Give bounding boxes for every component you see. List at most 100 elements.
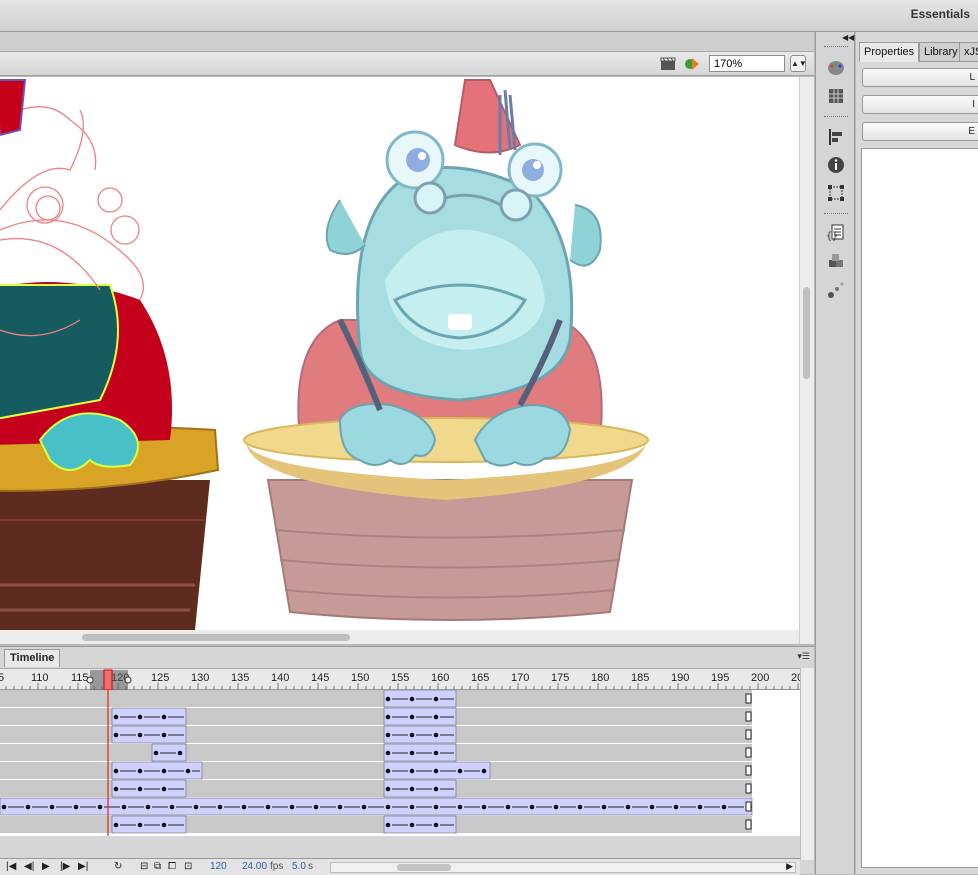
keyframe[interactable] xyxy=(361,804,367,810)
keyframe[interactable] xyxy=(161,732,167,738)
keyframe[interactable] xyxy=(433,804,439,810)
align-icon[interactable] xyxy=(826,127,846,147)
keyframe[interactable] xyxy=(193,804,199,810)
keyframe[interactable] xyxy=(409,750,415,756)
panel-button-2[interactable]: I xyxy=(862,95,978,114)
keyframe[interactable] xyxy=(457,768,463,774)
center-frame-icon[interactable]: ⊟ xyxy=(140,861,148,872)
keyframe[interactable] xyxy=(161,768,167,774)
play-icon[interactable]: ▶ xyxy=(42,861,50,872)
swatches-icon[interactable] xyxy=(826,86,846,106)
step-forward-icon[interactable]: |▶ xyxy=(60,861,70,872)
keyframe[interactable] xyxy=(137,714,143,720)
panel-menu-icon[interactable]: ▾☰ xyxy=(797,651,810,662)
frame-grid[interactable] xyxy=(0,689,800,875)
keyframe[interactable] xyxy=(217,804,223,810)
keyframe[interactable] xyxy=(169,804,175,810)
keyframe[interactable] xyxy=(409,696,415,702)
playhead-handle[interactable] xyxy=(103,669,113,691)
zoom-input[interactable] xyxy=(709,55,785,72)
keyframe[interactable] xyxy=(137,822,143,828)
keyframe[interactable] xyxy=(553,804,559,810)
keyframe[interactable] xyxy=(433,786,439,792)
keyframe[interactable] xyxy=(505,804,511,810)
keyframe[interactable] xyxy=(113,786,119,792)
keyframe[interactable] xyxy=(177,750,183,756)
keyframe[interactable] xyxy=(577,804,583,810)
frame-ruler[interactable]: 5110115120125130135140145150155160165170… xyxy=(0,668,809,691)
first-frame-icon[interactable]: |◀ xyxy=(6,861,16,872)
timeline-vertical-scrollbar[interactable] xyxy=(800,668,814,860)
keyframe[interactable] xyxy=(289,804,295,810)
keyframe[interactable] xyxy=(433,822,439,828)
keyframe[interactable] xyxy=(113,732,119,738)
keyframe[interactable] xyxy=(601,804,607,810)
keyframe[interactable] xyxy=(113,768,119,774)
keyframe[interactable] xyxy=(409,732,415,738)
workspace-switcher[interactable]: Essentials xyxy=(911,7,970,21)
keyframe[interactable] xyxy=(185,768,191,774)
keyframe[interactable] xyxy=(433,768,439,774)
end-frame[interactable] xyxy=(745,801,752,812)
motion-presets-icon[interactable] xyxy=(826,280,846,300)
keyframe[interactable] xyxy=(529,804,535,810)
end-frame[interactable] xyxy=(745,729,752,740)
keyframe[interactable] xyxy=(161,822,167,828)
keyframe[interactable] xyxy=(721,804,727,810)
end-frame[interactable] xyxy=(745,711,752,722)
transform-icon[interactable] xyxy=(826,183,846,203)
keyframe[interactable] xyxy=(161,786,167,792)
keyframe[interactable] xyxy=(337,804,343,810)
keyframe[interactable] xyxy=(313,804,319,810)
tab-library[interactable]: Library xyxy=(919,42,963,62)
keyframe[interactable] xyxy=(73,804,79,810)
end-frame[interactable] xyxy=(745,747,752,758)
edit-symbols-icon[interactable] xyxy=(683,55,701,73)
timeline-scroll-thumb[interactable] xyxy=(397,864,451,871)
tab-xjs[interactable]: xJS xyxy=(959,42,978,62)
stage-horizontal-scrollbar[interactable] xyxy=(0,630,799,644)
keyframe[interactable] xyxy=(673,804,679,810)
edit-scene-icon[interactable] xyxy=(659,55,677,73)
keyframe[interactable] xyxy=(385,822,391,828)
current-frame[interactable]: 120 xyxy=(210,861,227,872)
keyframe[interactable] xyxy=(49,804,55,810)
keyframe[interactable] xyxy=(409,804,415,810)
loop-icon[interactable]: ↻ xyxy=(114,861,122,872)
keyframe[interactable] xyxy=(385,696,391,702)
keyframe[interactable] xyxy=(457,804,463,810)
end-frame[interactable] xyxy=(745,765,752,776)
keyframe[interactable] xyxy=(113,822,119,828)
paint-palette-icon[interactable] xyxy=(826,58,846,78)
keyframe[interactable] xyxy=(481,768,487,774)
panel-button-1[interactable]: L xyxy=(862,68,978,87)
end-frame[interactable] xyxy=(745,693,752,704)
keyframe[interactable] xyxy=(137,732,143,738)
keyframe[interactable] xyxy=(385,750,391,756)
tab-properties[interactable]: Properties xyxy=(859,42,920,62)
keyframe[interactable] xyxy=(1,804,7,810)
keyframe[interactable] xyxy=(145,804,151,810)
dock-grip[interactable] xyxy=(824,116,848,119)
keyframe[interactable] xyxy=(385,732,391,738)
keyframe[interactable] xyxy=(241,804,247,810)
keyframe[interactable] xyxy=(137,768,143,774)
last-frame-icon[interactable]: ▶| xyxy=(78,861,88,872)
keyframe[interactable] xyxy=(153,750,159,756)
info-icon[interactable] xyxy=(826,155,846,175)
panel-button-3[interactable]: E xyxy=(862,122,978,141)
collapse-icon[interactable]: ◀◀ xyxy=(842,33,854,42)
timeline-horizontal-scrollbar[interactable]: ▶ xyxy=(330,861,796,873)
onion-marker-right[interactable] xyxy=(124,676,132,684)
layer-row[interactable] xyxy=(0,744,752,761)
keyframe[interactable] xyxy=(25,804,31,810)
keyframe[interactable] xyxy=(385,786,391,792)
edit-multiple-frames-icon[interactable]: ⊡ xyxy=(184,861,192,872)
layer-row[interactable] xyxy=(0,690,752,707)
keyframe[interactable] xyxy=(409,768,415,774)
zoom-stepper[interactable]: ▲▼ xyxy=(790,55,807,72)
stage[interactable] xyxy=(0,77,799,630)
keyframe[interactable] xyxy=(137,786,143,792)
chevron-right-icon[interactable]: ▶ xyxy=(786,861,793,872)
keyframe[interactable] xyxy=(433,696,439,702)
